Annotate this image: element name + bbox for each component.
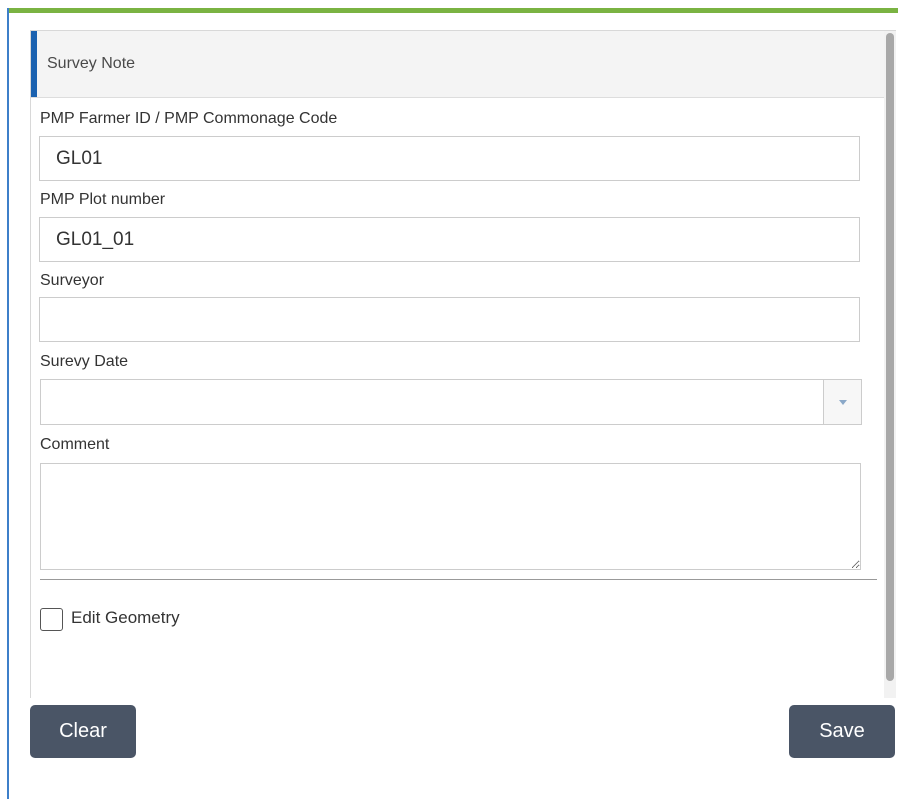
survey-date-input[interactable] [41,380,823,424]
chevron-down-icon [839,400,847,405]
save-button[interactable]: Save [789,705,895,758]
left-accent-border [7,8,9,799]
form-panel: Survey Note [30,30,896,698]
scrollbar-thumb[interactable] [886,33,894,681]
scrollbar[interactable] [884,31,896,698]
edit-geometry-checkbox[interactable] [40,608,63,631]
plot-number-input[interactable] [39,217,860,262]
survey-date-label: Surevy Date [40,353,129,370]
date-dropdown-button[interactable] [823,380,861,424]
header-accent [31,31,37,97]
edit-geometry-label[interactable]: Edit Geometry [71,608,180,628]
surveyor-label: Surveyor [40,272,105,289]
comment-textarea[interactable] [40,463,861,570]
surveyor-input[interactable] [39,297,860,342]
plot-number-label: PMP Plot number [40,191,166,208]
panel-title: Survey Note [47,55,136,72]
top-accent-bar [7,8,898,13]
comment-label: Comment [40,436,110,453]
panel-header: Survey Note [31,31,884,98]
farmer-id-label: PMP Farmer ID / PMP Commonage Code [40,110,338,127]
survey-date-field [40,379,862,425]
divider [40,579,877,580]
farmer-id-input[interactable] [39,136,860,181]
clear-button[interactable]: Clear [30,705,136,758]
